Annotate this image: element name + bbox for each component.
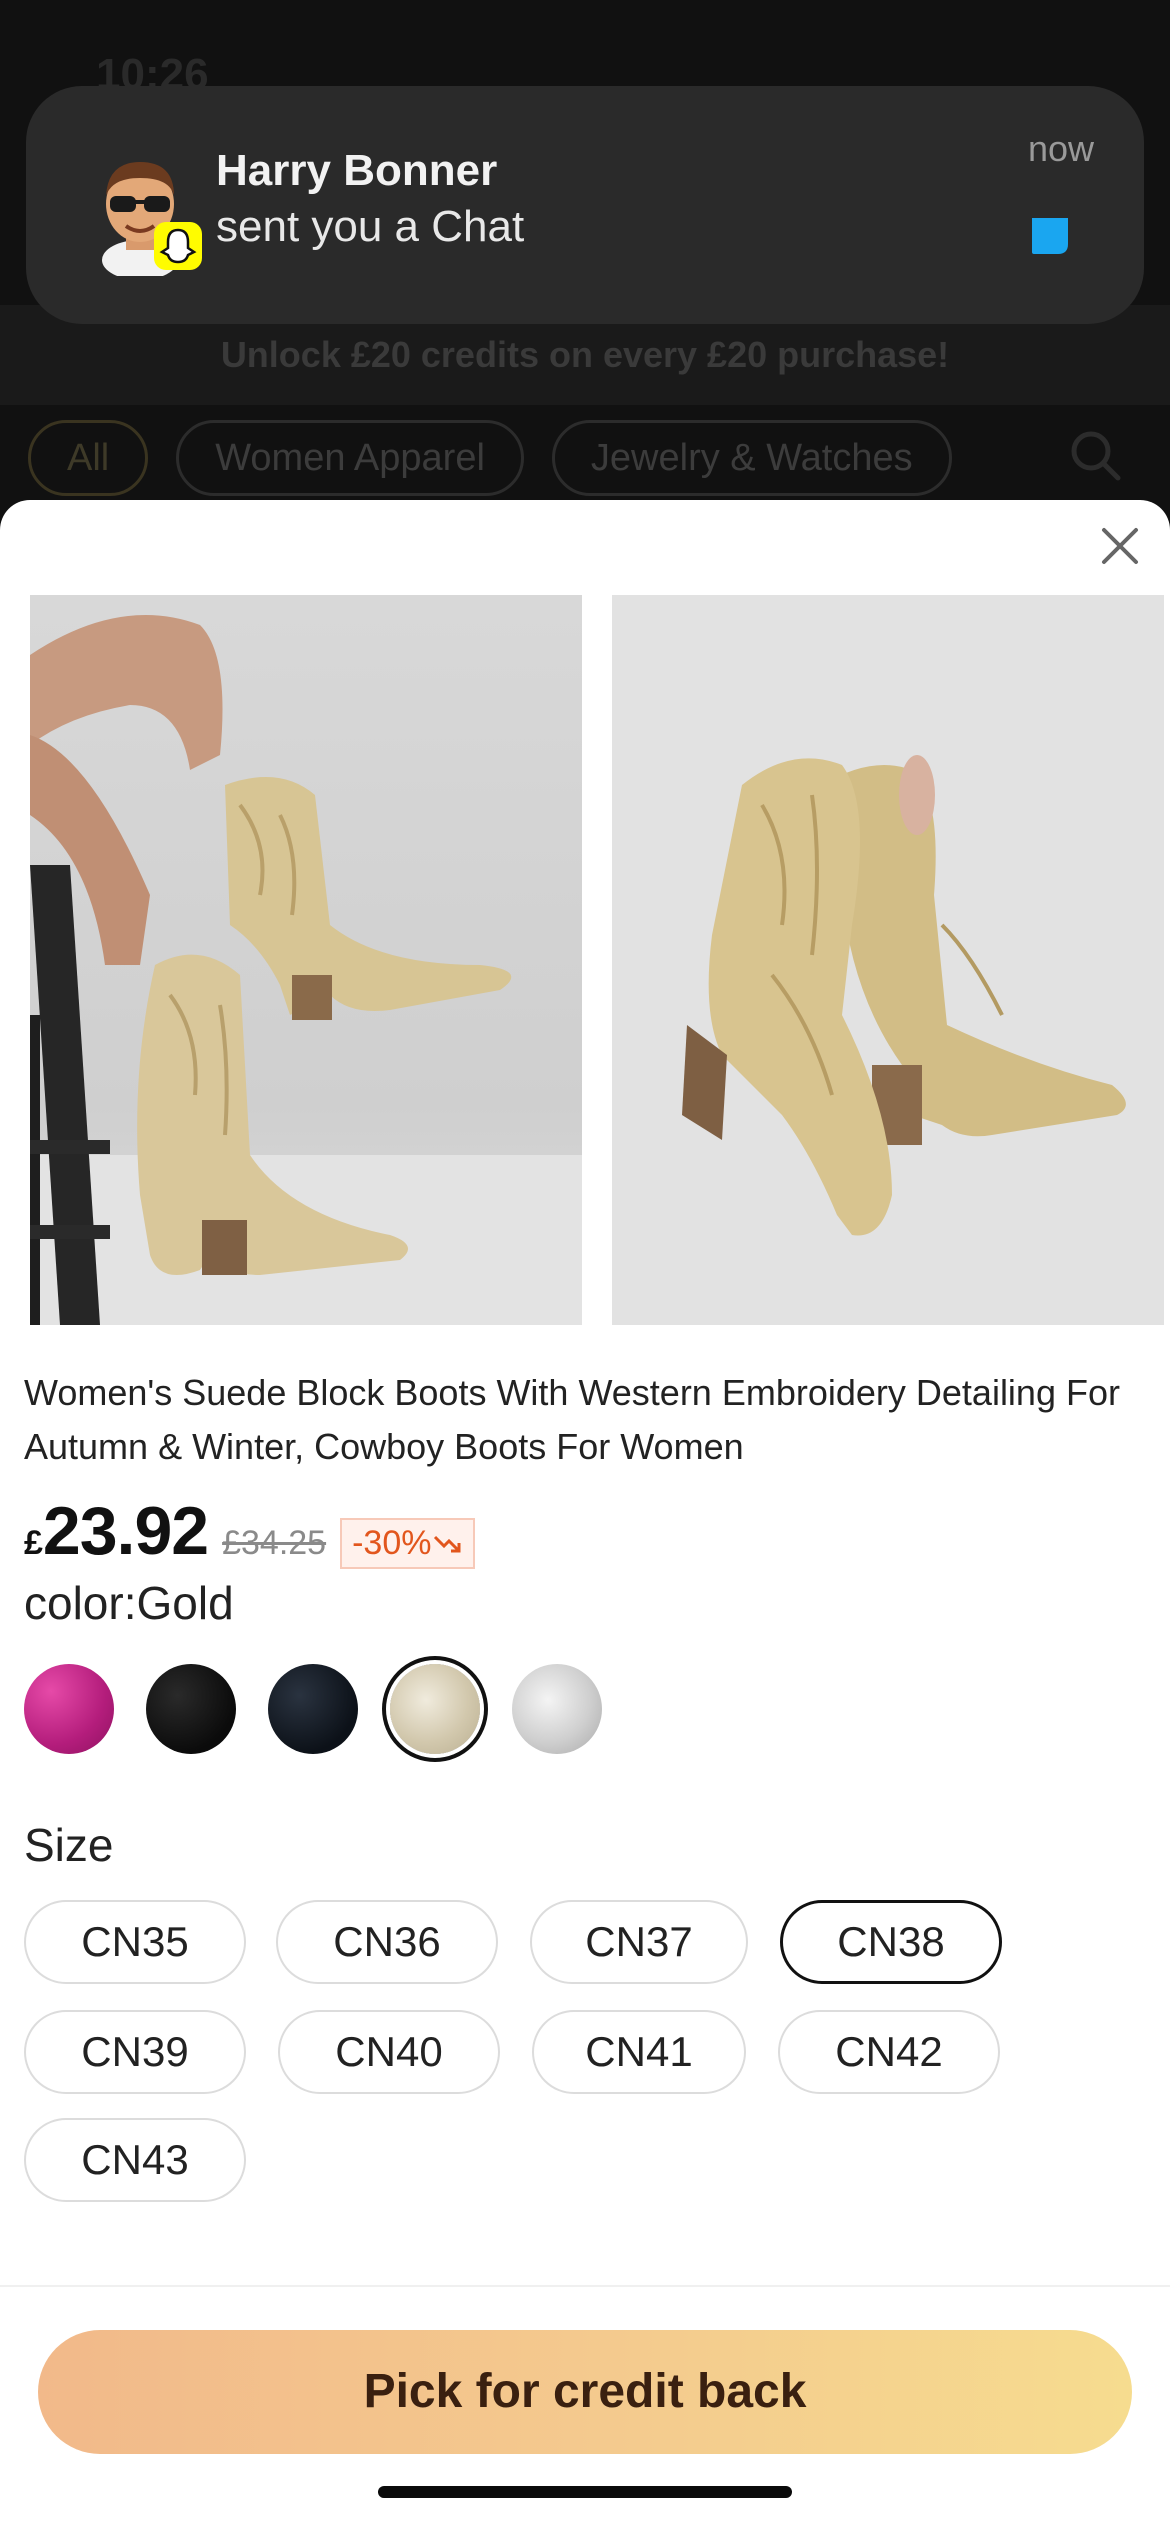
size-option-cn37[interactable]: CN37 bbox=[530, 1900, 748, 1984]
close-icon[interactable] bbox=[1096, 522, 1144, 570]
footer-divider bbox=[0, 2285, 1170, 2287]
current-price: 23.92 bbox=[42, 1493, 209, 1569]
size-option-cn39[interactable]: CN39 bbox=[24, 2010, 246, 2094]
trend-down-icon bbox=[434, 1535, 461, 1552]
home-indicator bbox=[378, 2486, 792, 2498]
bitmoji-avatar bbox=[102, 162, 202, 276]
category-chips: All Women Apparel Jewelry & Watches bbox=[28, 420, 952, 496]
color-label: color:Gold bbox=[24, 1577, 234, 1629]
chat-bubble-icon bbox=[1032, 218, 1068, 254]
chip-women-apparel: Women Apparel bbox=[176, 420, 524, 496]
original-price: £34.25 bbox=[222, 1524, 327, 1562]
chip-jewelry-watches: Jewelry & Watches bbox=[551, 420, 952, 496]
size-option-cn40[interactable]: CN40 bbox=[278, 2010, 500, 2094]
size-option-cn36[interactable]: CN36 bbox=[276, 1900, 498, 1984]
notification-title: Harry Bonner bbox=[216, 146, 498, 195]
color-swatch-silver[interactable] bbox=[512, 1664, 602, 1754]
chip-all: All bbox=[28, 420, 149, 496]
size-option-cn35[interactable]: CN35 bbox=[24, 1900, 246, 1984]
size-label: Size bbox=[24, 1819, 114, 1871]
discount-text: -30% bbox=[352, 1524, 432, 1562]
pick-for-credit-back-button[interactable]: Pick for credit back bbox=[38, 2330, 1132, 2454]
color-swatch-pink[interactable] bbox=[24, 1664, 114, 1754]
size-option-cn43[interactable]: CN43 bbox=[24, 2118, 246, 2202]
search-icon bbox=[1071, 431, 1121, 481]
color-swatches bbox=[24, 1664, 602, 1754]
notification-time: now bbox=[1027, 128, 1094, 169]
notification-body: sent you a Chat bbox=[216, 202, 525, 251]
price-row: £ 23.92 £34.25 -30% bbox=[24, 1492, 476, 1570]
chat-notification[interactable]: Harry Bonner sent you a Chat now bbox=[26, 86, 1144, 324]
size-option-cn41[interactable]: CN41 bbox=[532, 2010, 746, 2094]
product-image-model[interactable] bbox=[30, 595, 582, 1325]
color-swatch-gold[interactable] bbox=[390, 1664, 480, 1754]
size-option-cn38[interactable]: CN38 bbox=[780, 1900, 1002, 1984]
product-image-pair[interactable] bbox=[612, 595, 1164, 1325]
product-bottom-sheet: Women's Suede Block Boots With Western E… bbox=[0, 500, 1170, 2532]
color-swatch-navy-black[interactable] bbox=[268, 1664, 358, 1754]
discount-badge: -30% bbox=[340, 1518, 476, 1569]
price-currency: £ bbox=[24, 1524, 43, 1562]
color-swatch-black[interactable] bbox=[146, 1664, 236, 1754]
size-option-cn42[interactable]: CN42 bbox=[778, 2010, 1000, 2094]
product-title: Women's Suede Block Boots With Western E… bbox=[24, 1372, 1120, 1467]
